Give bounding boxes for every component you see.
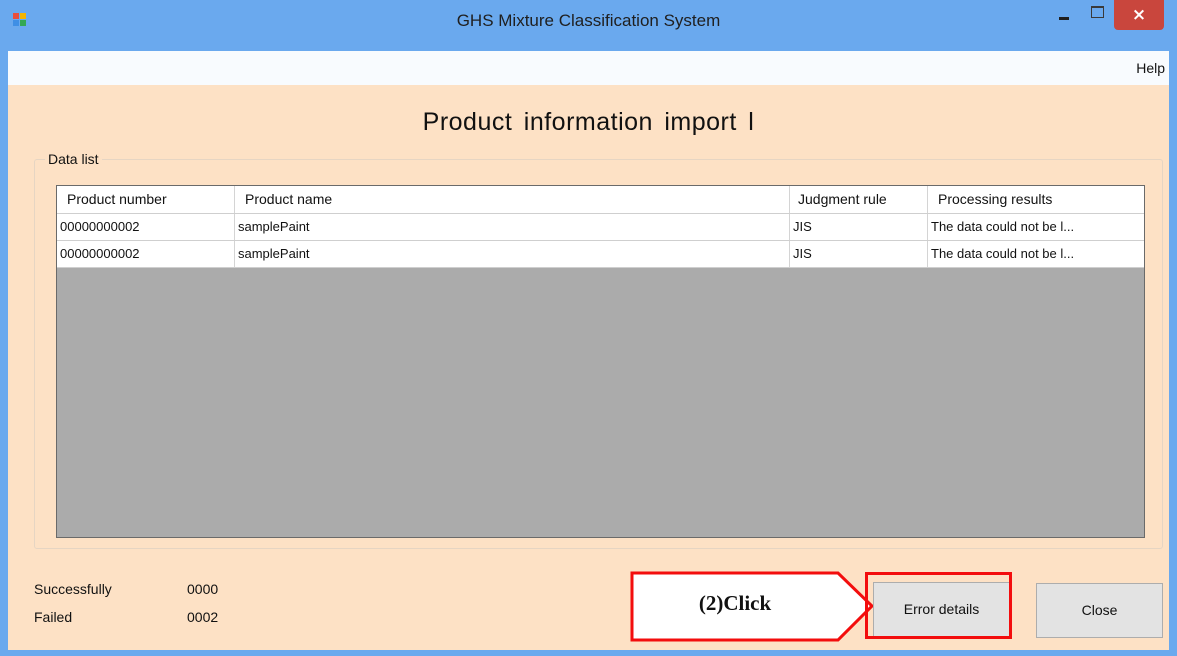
column-header-judgment-rule[interactable]: Judgment rule <box>790 186 928 213</box>
column-header-product-number[interactable]: Product number <box>57 186 235 213</box>
column-header-product-name[interactable]: Product name <box>235 186 790 213</box>
grid-header: Product number Product name Judgment rul… <box>57 186 1144 214</box>
client-area: Product information import l Data list P… <box>8 85 1169 650</box>
maximize-icon <box>1091 6 1104 18</box>
cell-product-number: 00000000002 <box>57 214 235 240</box>
app-window: GHS Mixture Classification System × Help… <box>0 0 1177 656</box>
cell-judgment-rule: JIS <box>790 241 928 267</box>
window-title: GHS Mixture Classification System <box>456 11 721 30</box>
data-grid[interactable]: Product number Product name Judgment rul… <box>56 185 1145 538</box>
error-details-button[interactable]: Error details <box>873 582 1010 638</box>
success-count: 0000 <box>187 581 219 597</box>
table-row[interactable]: 00000000002 samplePaint JIS The data cou… <box>57 241 1144 268</box>
table-row[interactable]: 00000000002 samplePaint JIS The data cou… <box>57 214 1144 241</box>
page-title: Product information import l <box>422 108 755 136</box>
data-list-group: Data list Product number Product name Ju… <box>34 151 1163 549</box>
menu-bar: Help <box>8 51 1169 85</box>
cell-processing-results: The data could not be l... <box>931 219 1075 234</box>
menu-item-help[interactable]: Help <box>1136 60 1165 76</box>
minimize-icon <box>1059 17 1069 20</box>
maximize-button[interactable] <box>1083 0 1113 30</box>
cell-product-number: 00000000002 <box>57 241 235 267</box>
data-list-legend: Data list <box>45 151 102 167</box>
close-icon: × <box>1131 5 1147 25</box>
minimize-button[interactable] <box>1043 0 1083 30</box>
success-label: Successfully <box>34 581 112 597</box>
click-callout: (2)Click <box>630 571 875 643</box>
title-bar[interactable]: GHS Mixture Classification System × <box>0 0 1177 40</box>
cell-judgment-rule: JIS <box>790 214 928 240</box>
cell-product-name: samplePaint <box>235 214 790 240</box>
window-close-button[interactable]: × <box>1114 0 1164 30</box>
failed-count: 0002 <box>187 609 219 625</box>
cell-processing-results: The data could not be l... <box>931 246 1075 261</box>
close-button[interactable]: Close <box>1036 583 1163 638</box>
callout-label: (2)Click <box>698 591 772 615</box>
cell-product-name: samplePaint <box>235 241 790 267</box>
column-header-processing-results[interactable]: Processing results <box>928 186 1144 213</box>
failed-label: Failed <box>34 609 73 625</box>
